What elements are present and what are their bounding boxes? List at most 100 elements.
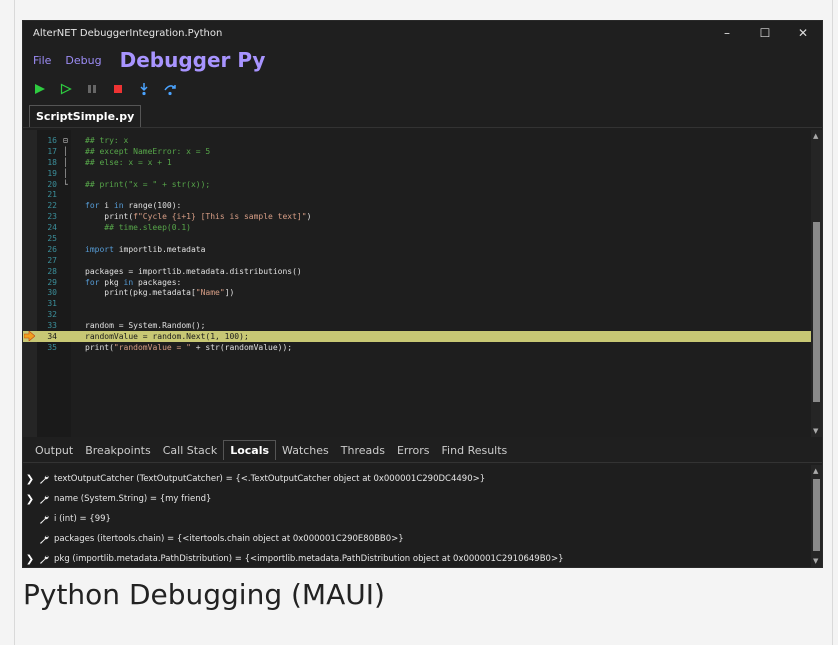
tab-breakpoints[interactable]: Breakpoints (79, 441, 157, 460)
scroll-up-icon[interactable]: ▲ (813, 132, 818, 140)
code-text: ## time.sleep(0.1) (85, 223, 191, 233)
tab-watches[interactable]: Watches (276, 441, 335, 460)
local-variable-text: textOutputCatcher (TextOutputCatcher) = … (54, 474, 486, 484)
editor-scrollbar[interactable]: ▲ ▼ (811, 130, 822, 437)
line-number: 26 (47, 244, 57, 254)
menu-file[interactable]: File (33, 54, 51, 67)
code-line[interactable]: 32 (23, 309, 811, 320)
code-line[interactable]: 18 │ ## else: x = x + 1 (23, 157, 811, 168)
line-number: 20 (47, 179, 57, 189)
expand-chevron-icon[interactable]: ❯ (23, 474, 37, 485)
code-line[interactable]: 26 import importlib.metadata (23, 244, 811, 255)
locals-row[interactable]: ❯ pkg (importlib.metadata.PathDistributio… (23, 549, 822, 567)
code-line[interactable]: 29 for pkg in packages: (23, 277, 811, 288)
tab-find-results[interactable]: Find Results (436, 441, 514, 460)
title-bar: AlterNET DebuggerIntegration.Python – ☐ … (23, 21, 822, 45)
expand-chevron-icon[interactable]: ❯ (23, 554, 37, 565)
code-line[interactable]: 20 └ ## print("x = " + str(x)); (23, 179, 811, 190)
app-window: AlterNET DebuggerIntegration.Python – ☐ … (23, 21, 822, 567)
code-text: ## print("x = " + str(x)); (85, 179, 211, 189)
line-number: 21 (47, 190, 57, 200)
locals-scrollbar[interactable]: ▲ ▼ (811, 465, 822, 567)
expand-chevron-icon[interactable]: ❯ (23, 494, 37, 505)
pause-button[interactable] (83, 80, 101, 98)
code-text: ## try: x (85, 135, 129, 145)
code-line[interactable]: 27 (23, 255, 811, 266)
code-text: packages = importlib.metadata.distributi… (85, 266, 302, 276)
step-over-icon (164, 85, 176, 96)
menu-bar: File Debug Debugger Py (23, 45, 822, 75)
code-editor[interactable]: 16 ⊟ ## try: x 17 │ ## except NameError: x = … (23, 130, 822, 437)
tool-window-tabs: Output Breakpoints Call Stack Locals Wat… (23, 438, 822, 463)
tab-errors[interactable]: Errors (391, 441, 436, 460)
tab-threads[interactable]: Threads (335, 441, 391, 460)
locals-row[interactable]: i (int) = {99} (23, 509, 822, 529)
code-line[interactable]: 24 ## time.sleep(0.1) (23, 222, 811, 233)
line-number: 32 (47, 310, 57, 320)
code-line[interactable]: 22 for i in range(100): (23, 200, 811, 211)
code-line[interactable]: 31 (23, 298, 811, 309)
code-line[interactable]: 16 ⊟ ## try: x (23, 135, 811, 146)
locals-panel: ❯ textOutputCatcher (TextOutputCatcher) =… (23, 465, 822, 567)
line-number: 29 (47, 277, 57, 287)
code-text: ## except NameError: x = 5 (85, 146, 211, 156)
code-line[interactable]: 17 │ ## except NameError: x = 5 (23, 146, 811, 157)
line-number: 27 (47, 255, 57, 265)
fold-guide: │ (63, 146, 68, 156)
run-button[interactable] (31, 80, 49, 98)
minimize-button[interactable]: – (708, 26, 746, 40)
wrench-icon (37, 474, 51, 484)
close-button[interactable]: ✕ (784, 26, 822, 40)
code-line[interactable]: 28 packages = importlib.metadata.distribu… (23, 266, 811, 277)
tab-locals[interactable]: Locals (223, 440, 277, 460)
line-number: 31 (47, 299, 57, 309)
line-number: 30 (47, 288, 57, 298)
fold-guide: └ (63, 179, 68, 189)
code-text: for i in range(100): (85, 201, 182, 211)
page-border-left (14, 0, 15, 645)
tab-call-stack[interactable]: Call Stack (157, 441, 223, 460)
collapse-icon[interactable]: ⊟ (63, 136, 75, 145)
fold-guide: │ (63, 157, 68, 167)
tab-output[interactable]: Output (29, 441, 79, 460)
scroll-down-icon[interactable]: ▼ (813, 427, 818, 435)
code-text: randomValue = random.Next(1, 100); (85, 331, 249, 341)
tab-scriptsimple[interactable]: ScriptSimple.py (29, 105, 142, 127)
code-line[interactable]: 35 print("randomValue = " + str(randomVal… (23, 342, 811, 353)
document-tabs: ScriptSimple.py (23, 103, 822, 128)
code-line[interactable]: 33 random = System.Random(); (23, 320, 811, 331)
menu-debug[interactable]: Debug (65, 54, 101, 67)
code-text: print(f"Cycle {i+1} [This is sample text… (85, 212, 312, 222)
line-number: 19 (47, 168, 57, 178)
code-line[interactable]: 30 print(pkg.metadata["Name"]) (23, 287, 811, 298)
fold-guide: │ (63, 168, 68, 178)
code-line[interactable]: 21 (23, 189, 811, 200)
step-into-button[interactable] (135, 80, 153, 98)
local-variable-text: name (System.String) = {my friend} (54, 494, 212, 504)
maximize-button[interactable]: ☐ (746, 26, 784, 40)
code-line[interactable]: 34 randomValue = random.Next(1, 100); (23, 330, 811, 342)
code-text: for pkg in packages: (85, 277, 182, 287)
local-variable-text: packages (itertools.chain) = {<itertools… (54, 534, 404, 544)
code-text: import importlib.metadata (85, 244, 206, 254)
locals-scroll-thumb[interactable] (813, 479, 820, 551)
editor-scroll-thumb[interactable] (813, 222, 820, 402)
locals-row[interactable]: packages (itertools.chain) = {<itertools… (23, 529, 822, 549)
code-line[interactable]: 19 │ (23, 168, 811, 179)
locals-row[interactable]: ❯ textOutputCatcher (TextOutputCatcher) =… (23, 469, 822, 489)
step-over-button[interactable] (161, 80, 179, 98)
line-number: 16 (47, 135, 57, 145)
code-line[interactable]: 23 print(f"Cycle {i+1} [This is sample t… (23, 211, 811, 222)
scroll-down-icon[interactable]: ▼ (813, 557, 818, 565)
page-caption: Python Debugging (MAUI) (23, 578, 385, 611)
stop-button[interactable] (109, 80, 127, 98)
locals-list: ❯ textOutputCatcher (TextOutputCatcher) =… (23, 465, 822, 567)
code-text: random = System.Random(); (85, 321, 206, 331)
scroll-up-icon[interactable]: ▲ (813, 467, 818, 475)
line-number: 25 (47, 233, 57, 243)
locals-row[interactable]: ❯ name (System.String) = {my friend} (23, 489, 822, 509)
debug-toolbar (23, 75, 822, 103)
code-line[interactable]: 25 (23, 233, 811, 244)
run-without-debug-button[interactable] (57, 80, 75, 98)
code-lines: 16 ⊟ ## try: x 17 │ ## except NameError: x = … (23, 135, 811, 353)
